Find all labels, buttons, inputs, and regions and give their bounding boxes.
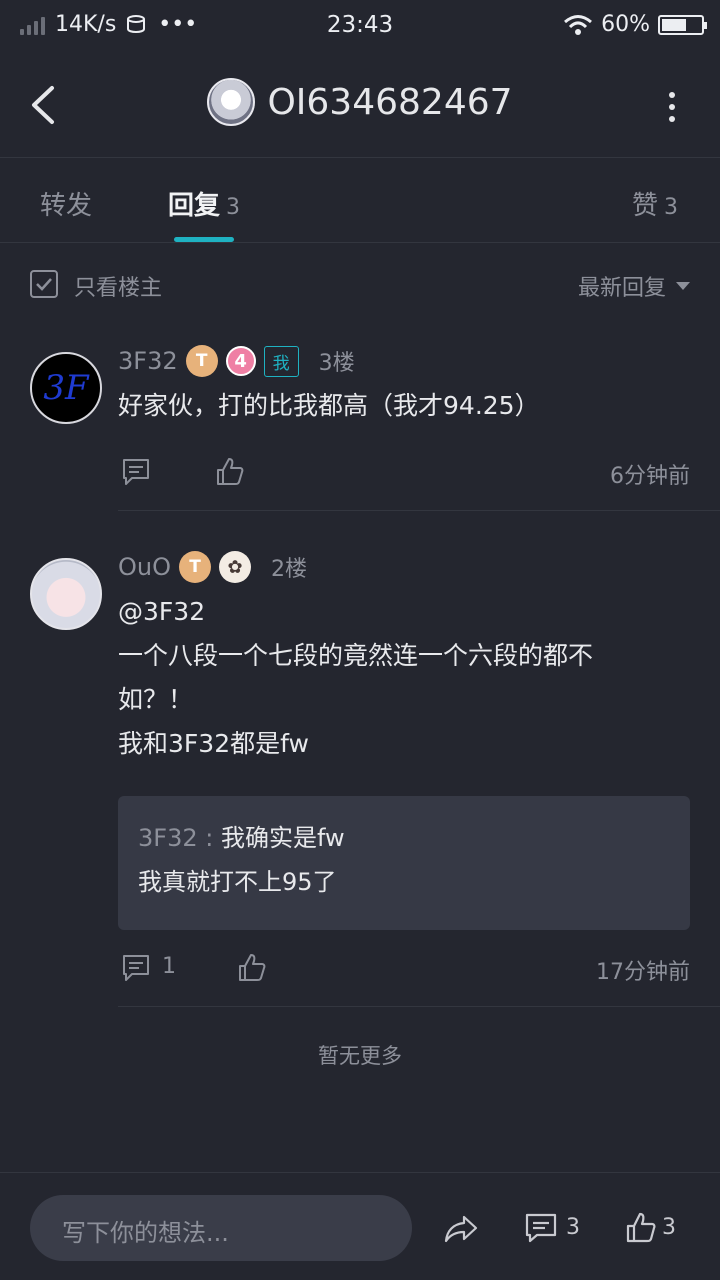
tab-label: 回复: [168, 191, 221, 221]
me-badge: 我: [263, 345, 299, 377]
bottom-bar: 写下你的想法... 3 3: [0, 1172, 720, 1280]
tab-label: 赞: [632, 191, 659, 221]
reply-time: 17分钟前: [596, 960, 690, 985]
thumbs-up-icon[interactable]: [236, 952, 268, 984]
only-op-checkbox[interactable]: [30, 270, 58, 298]
tab-count: 3: [226, 195, 241, 220]
tab-label: 转发: [40, 191, 93, 221]
avatar[interactable]: 3F: [30, 352, 102, 424]
avatar-text: 3F: [43, 368, 89, 408]
tab-replies[interactable]: 回复 3: [168, 185, 240, 222]
tab-count: 3: [664, 195, 679, 220]
no-more-text: 暂无更多: [318, 1044, 402, 1068]
level-badge: 4: [225, 346, 256, 376]
thumbs-up-icon[interactable]: [214, 456, 246, 488]
divider: [118, 1006, 720, 1007]
comment-count: 3: [566, 1215, 580, 1240]
wifi-icon: [564, 14, 593, 35]
comment-icon[interactable]: [120, 456, 152, 488]
status-right: 60%: [563, 12, 707, 37]
mention-line[interactable]: @3F32: [118, 590, 690, 634]
floor-number: 2楼: [271, 557, 307, 582]
nested-reply-line: 3F32 : 我确实是fw: [138, 816, 670, 860]
content-line: 我和3F32都是fw: [118, 729, 309, 758]
reply-meta: OuO T ✿ 2楼: [118, 550, 307, 584]
nested-reply[interactable]: 3F32 : 我确实是fw 我真就打不上95了: [118, 796, 690, 930]
comment-icon[interactable]: [524, 1211, 558, 1245]
reply-meta: 3F32 T 4 我 3楼: [118, 344, 355, 378]
nested-username[interactable]: 3F32: [138, 824, 198, 852]
avatar[interactable]: [30, 558, 102, 630]
content-line: 如？！: [118, 685, 194, 714]
character-badge-icon: ✿: [219, 551, 251, 583]
battery-icon: [658, 14, 707, 35]
check-icon: [36, 278, 52, 291]
nested-reply-line: 我真就打不上95了: [138, 868, 337, 896]
username[interactable]: OuO: [118, 553, 171, 581]
reply-item: 3F 3F32 T 4 我 3楼 好家伙，打的比我都高（我才94.25） 6分钟…: [0, 324, 720, 512]
nested-separator: :: [197, 824, 221, 852]
nested-text: 我确实是fw: [220, 824, 345, 852]
like-count: 3: [662, 1215, 676, 1240]
sort-dropdown[interactable]: 最新回复: [578, 270, 690, 302]
tab-forward[interactable]: 转发: [40, 185, 92, 222]
status-bar: 14K/s ••• 23:43 60%: [0, 0, 720, 52]
title-bar: OI634682467: [0, 52, 720, 158]
more-options-icon[interactable]: [666, 90, 678, 124]
title-group: OI634682467: [0, 78, 720, 126]
comment-icon[interactable]: [120, 952, 152, 984]
share-icon[interactable]: [444, 1211, 478, 1245]
reply-item: OuO T ✿ 2楼 @3F32 一个八段一个七段的竟然连一个六段的都不 如？！…: [0, 530, 720, 1008]
tab-likes[interactable]: 赞3: [632, 185, 678, 222]
sort-label: 最新回复: [577, 276, 666, 301]
reply-time: 6分钟前: [610, 464, 690, 489]
floor-number: 3楼: [318, 351, 355, 376]
reply-content: @3F32 一个八段一个七段的竟然连一个六段的都不 如？！ 我和3F32都是fw: [118, 590, 690, 766]
reply-actions: 1 17分钟前: [118, 948, 690, 988]
username[interactable]: 3F32: [118, 347, 178, 375]
reply-actions: 6分钟前: [118, 452, 690, 492]
avatar[interactable]: [207, 78, 256, 126]
filter-bar: 只看楼主 最新回复: [0, 244, 720, 324]
battery-percent: 60%: [601, 12, 650, 37]
divider: [118, 510, 720, 511]
page-title: OI634682467: [267, 81, 513, 123]
content-line: 一个八段一个七段的竟然连一个六段的都不: [118, 641, 594, 670]
reply-count: 1: [162, 954, 176, 979]
comment-input[interactable]: 写下你的想法...: [30, 1195, 412, 1261]
tab-bar: 转发 回复 3 赞3: [0, 159, 720, 243]
title-badge: T: [185, 345, 218, 377]
thumbs-up-icon[interactable]: [624, 1211, 658, 1245]
only-op-label[interactable]: 只看楼主: [74, 270, 162, 302]
reply-content: 好家伙，打的比我都高（我才94.25）: [118, 391, 540, 420]
tab-indicator: [174, 237, 234, 242]
chevron-down-icon: [676, 282, 690, 290]
title-badge: T: [179, 551, 211, 583]
